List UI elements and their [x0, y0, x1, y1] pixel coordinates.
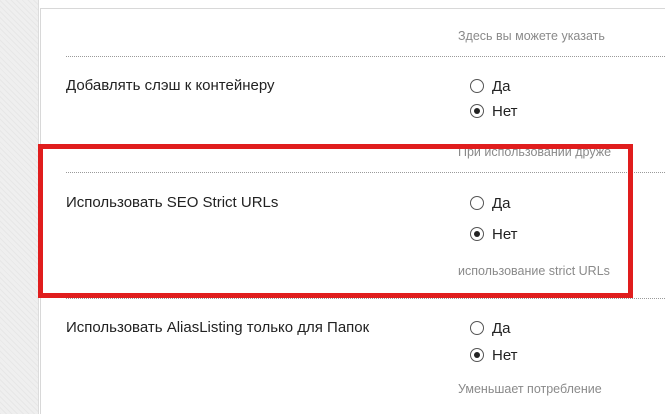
radio-option-label: Да	[492, 319, 511, 337]
radio-option-label: Нет	[492, 346, 518, 364]
setting-label-container-slash: Добавлять слэш к контейнеру	[66, 77, 275, 94]
radio-option-aliaslisting-yes[interactable]: Да	[470, 317, 511, 339]
radio-option-label: Нет	[492, 225, 518, 243]
help-text-top: Здесь вы можете указать	[458, 29, 605, 43]
radio-button-checked[interactable]	[470, 227, 484, 241]
radio-option-seo-strict-no[interactable]: Нет	[470, 223, 518, 245]
radio-button[interactable]	[470, 196, 484, 210]
row-separator	[66, 298, 665, 299]
help-text-container-slash: При использовании друже	[458, 145, 612, 159]
left-stripe	[0, 0, 39, 414]
radio-option-label: Да	[492, 77, 511, 95]
setting-label-aliaslisting: Использовать AliasListing только для Пап…	[66, 319, 370, 336]
radio-option-label: Да	[492, 194, 511, 212]
radio-button-checked[interactable]	[470, 348, 484, 362]
row-separator	[66, 56, 665, 57]
radio-button[interactable]	[470, 321, 484, 335]
setting-label-seo-strict-urls: Использовать SEO Strict URLs	[66, 194, 279, 211]
radio-button[interactable]	[470, 79, 484, 93]
radio-option-container-slash-yes[interactable]: Да	[470, 75, 511, 97]
panel-top-border	[40, 8, 665, 9]
panel-left-border	[40, 8, 41, 414]
radio-option-seo-strict-yes[interactable]: Да	[470, 192, 511, 214]
row-separator	[66, 172, 665, 173]
radio-option-aliaslisting-no[interactable]: Нет	[470, 344, 518, 366]
radio-option-container-slash-no[interactable]: Нет	[470, 100, 518, 122]
help-text-seo-strict-urls: использование strict URLs	[458, 264, 610, 278]
radio-button-checked[interactable]	[470, 104, 484, 118]
help-text-aliaslisting: Уменьшает потребление	[458, 382, 602, 396]
radio-option-label: Нет	[492, 102, 518, 120]
